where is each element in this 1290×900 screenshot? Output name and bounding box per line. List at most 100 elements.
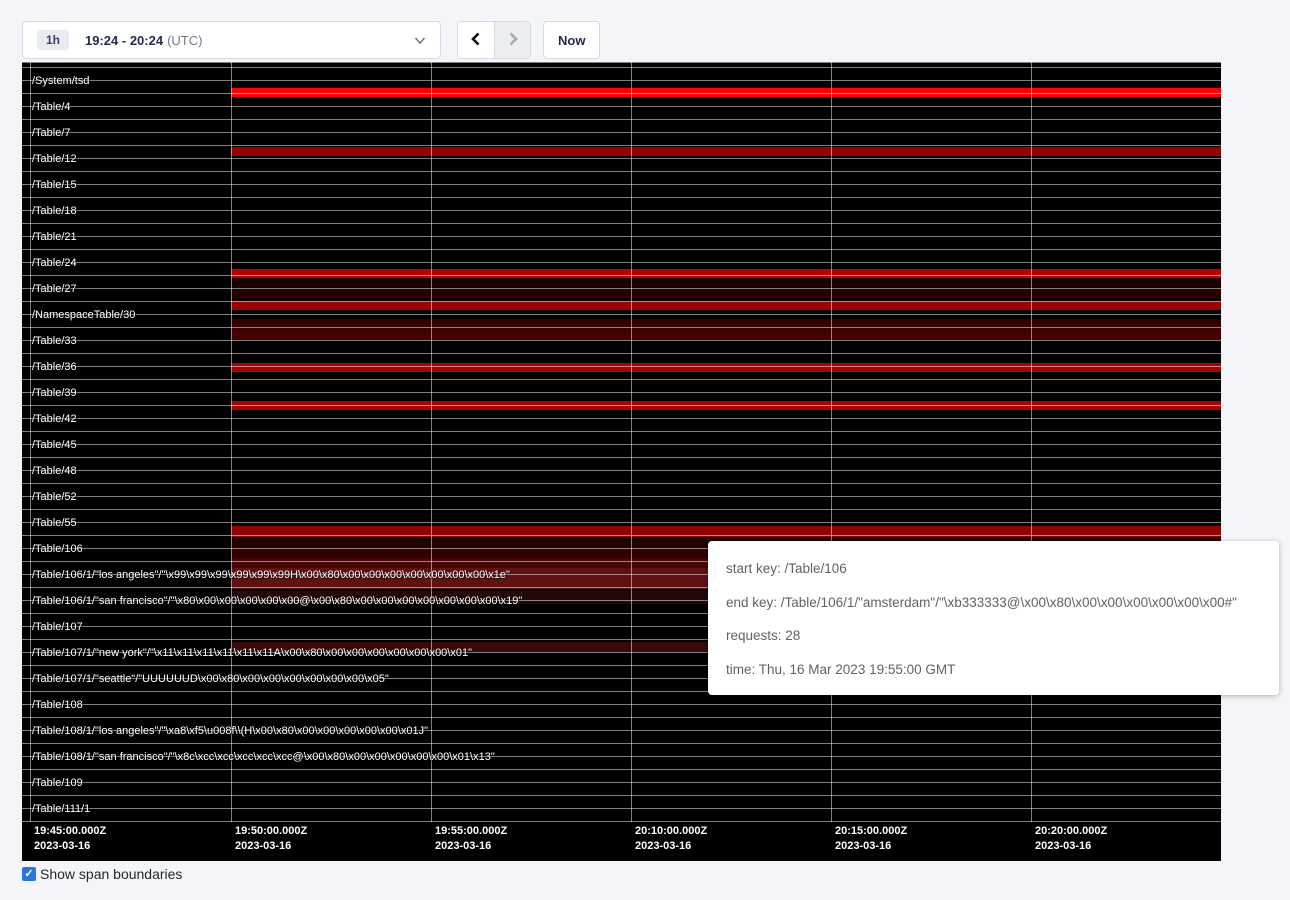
axis-tick-time: 20:20:00.000Z <box>1035 825 1107 837</box>
row-label: /Table/15 <box>32 179 77 191</box>
time-range-label: 19:24 - 20:24 <box>85 33 163 48</box>
span-boundary-line <box>22 106 1221 107</box>
axis-tick-time: 19:45:00.000Z <box>34 825 106 837</box>
span-boundary-line <box>22 431 1221 432</box>
span-boundary-line <box>22 366 1221 367</box>
key-visualizer-page: 1h 19:24 - 20:24 (UTC) Now /System/tsd/T… <box>0 0 1290 900</box>
row-label: /Table/106/1/"los angeles"/"\x99\x99\x99… <box>32 569 510 581</box>
span-boundary-line <box>22 821 1221 822</box>
span-boundary-line <box>22 288 1221 289</box>
span-boundary-line <box>22 262 1221 263</box>
heat-band[interactable] <box>231 147 1221 156</box>
heat-band[interactable] <box>231 288 1221 299</box>
span-boundary-line <box>22 704 1221 705</box>
span-boundary-line <box>22 405 1221 406</box>
time-gridline <box>831 62 832 822</box>
span-boundary-line <box>22 509 1221 510</box>
time-gridline <box>631 62 632 822</box>
heat-band[interactable] <box>231 329 1221 340</box>
span-boundary-line <box>22 210 1221 211</box>
axis-tick-time: 20:10:00.000Z <box>635 825 707 837</box>
span-boundary-line <box>22 353 1221 354</box>
span-boundary-line <box>22 340 1221 341</box>
span-boundary-line <box>22 717 1221 718</box>
row-label: /Table/4 <box>32 101 71 113</box>
row-label: /Table/33 <box>32 335 77 347</box>
span-boundary-line <box>22 795 1221 796</box>
row-label: /Table/108 <box>32 699 83 711</box>
time-range-select[interactable]: 1h 19:24 - 20:24 (UTC) <box>22 21 441 59</box>
row-label: /Table/108/1/"san francisco"/"\x8c\xcc\x… <box>32 751 495 763</box>
axis-tick-date: 2023-03-16 <box>1035 840 1091 852</box>
span-boundary-line <box>22 223 1221 224</box>
keyvis-heatmap-canvas[interactable]: /System/tsd/Table/4/Table/7/Table/12/Tab… <box>22 62 1221 861</box>
time-preset-chip: 1h <box>37 30 69 50</box>
span-boundary-line <box>22 418 1221 419</box>
show-span-boundaries-checkbox[interactable]: ✓ <box>22 867 36 881</box>
axis-tick-date: 2023-03-16 <box>235 840 291 852</box>
heat-band[interactable] <box>231 278 1221 288</box>
span-boundary-line <box>22 808 1221 809</box>
row-label: /Table/24 <box>32 257 77 269</box>
span-boundary-line <box>22 379 1221 380</box>
heat-band[interactable] <box>231 269 1221 278</box>
span-boundary-line <box>22 522 1221 523</box>
row-label: /Table/107 <box>32 621 83 633</box>
row-label: /Table/7 <box>32 127 71 139</box>
span-boundary-line <box>22 236 1221 237</box>
row-label: /Table/48 <box>32 465 77 477</box>
span-boundary-line <box>22 119 1221 120</box>
row-label: /Table/52 <box>32 491 77 503</box>
row-label: /Table/45 <box>32 439 77 451</box>
heat-band[interactable] <box>231 363 1221 372</box>
span-boundary-line <box>22 535 1221 536</box>
checkmark-icon: ✓ <box>24 867 33 881</box>
span-boundary-line <box>22 457 1221 458</box>
span-boundary-line <box>22 301 1221 302</box>
heat-band[interactable] <box>231 301 1221 310</box>
show-span-boundaries-control[interactable]: ✓ Show span boundaries <box>22 866 182 882</box>
timezone-label: (UTC) <box>167 33 202 48</box>
span-boundary-line <box>22 184 1221 185</box>
axis-tick-date: 2023-03-16 <box>635 840 691 852</box>
span-boundary-line <box>22 80 1221 81</box>
time-nav-group <box>457 21 531 59</box>
chevron-right-icon <box>506 31 520 50</box>
axis-tick-time: 19:50:00.000Z <box>235 825 307 837</box>
row-label: /Table/106/1/"san francisco"/"\x80\x00\x… <box>32 595 522 607</box>
span-boundary-line <box>22 470 1221 471</box>
span-boundary-line <box>22 132 1221 133</box>
span-boundary-line <box>22 782 1221 783</box>
axis-tick-date: 2023-03-16 <box>34 840 90 852</box>
row-label: /Table/12 <box>32 153 77 165</box>
row-label: /Table/111/1 <box>32 803 90 815</box>
time-gridline <box>431 62 432 822</box>
span-boundary-line <box>22 62 1221 63</box>
axis-tick-date: 2023-03-16 <box>835 840 891 852</box>
row-label: /Table/107/1/"new york"/"\x11\x11\x11\x1… <box>32 647 472 659</box>
span-boundary-line <box>22 483 1221 484</box>
span-boundary-line <box>22 145 1221 146</box>
next-time-button[interactable] <box>494 22 530 58</box>
span-boundary-line <box>22 392 1221 393</box>
row-label: /Table/106 <box>32 543 83 555</box>
row-label: /Table/39 <box>32 387 77 399</box>
tooltip-end-key: end key: /Table/106/1/"amsterdam"/"\xb33… <box>726 586 1261 620</box>
row-label: /Table/108/1/"los angeles"/"\xa8\xf5\u00… <box>32 725 428 737</box>
row-label: /Table/27 <box>32 283 77 295</box>
span-boundary-line <box>22 249 1221 250</box>
chevron-left-icon <box>469 31 483 50</box>
now-button[interactable]: Now <box>543 21 600 59</box>
prev-time-button[interactable] <box>458 22 494 58</box>
row-label: /Table/109 <box>32 777 83 789</box>
axis-tick-time: 20:15:00.000Z <box>835 825 907 837</box>
row-label: /Table/36 <box>32 361 77 373</box>
span-boundary-line <box>22 67 1221 68</box>
time-gridline <box>231 62 232 822</box>
row-label: /Table/55 <box>32 517 77 529</box>
span-boundary-line <box>22 743 1221 744</box>
span-boundary-line <box>22 327 1221 328</box>
row-label: /NamespaceTable/30 <box>32 309 135 321</box>
row-label: /Table/42 <box>32 413 77 425</box>
span-boundary-line <box>22 93 1221 94</box>
